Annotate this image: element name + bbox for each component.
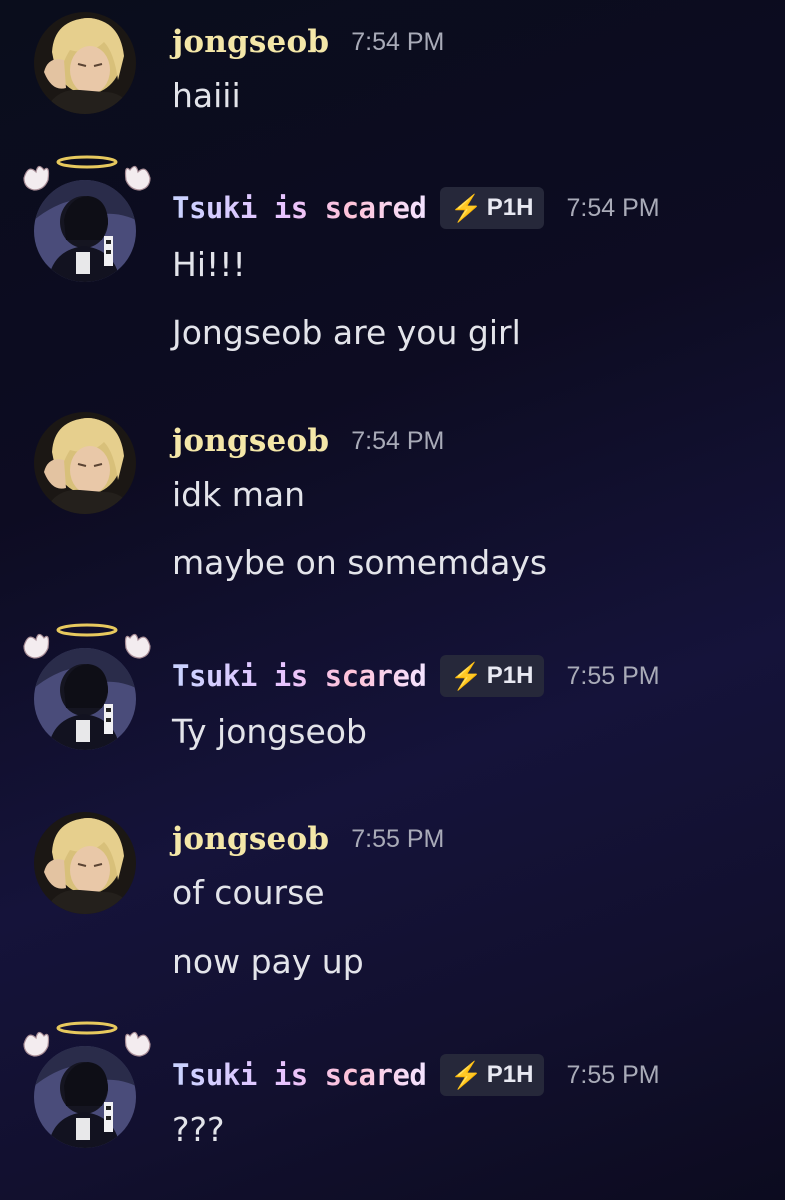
message-header: Tsuki is scared ⚡ P1H 7:54 PM — [172, 186, 660, 230]
author-name[interactable]: jongseob — [172, 821, 329, 857]
message-text: of course — [172, 873, 325, 912]
timestamp[interactable]: 7:55 PM — [351, 825, 444, 854]
lightning-icon: ⚡ — [450, 660, 483, 691]
role-tag-label: P1H — [486, 1061, 534, 1088]
avatar[interactable] — [34, 12, 136, 114]
avatar[interactable] — [34, 812, 136, 914]
timestamp[interactable]: 7:55 PM — [566, 662, 659, 691]
message-text: now pay up — [172, 942, 364, 981]
lightning-icon: ⚡ — [450, 192, 483, 223]
author-name[interactable]: Tsuki is scared — [172, 659, 427, 693]
message-text: Ty jongseob — [172, 712, 367, 751]
message-text: Jongseob are you girl — [172, 313, 521, 352]
message-text: idk man — [172, 475, 305, 514]
avatar[interactable] — [34, 412, 136, 514]
message-text: ??? — [172, 1110, 225, 1149]
role-tag[interactable]: ⚡ P1H — [440, 655, 545, 697]
role-tag[interactable]: ⚡ P1H — [440, 187, 545, 229]
avatar-jongseob[interactable] — [30, 812, 140, 922]
avatar-jongseob[interactable] — [30, 412, 140, 522]
message-text: Hi!!! — [172, 245, 246, 284]
author-name[interactable]: jongseob — [172, 24, 329, 60]
avatar-tsuki[interactable] — [23, 155, 151, 290]
message-text: maybe on somemdays — [172, 543, 548, 582]
author-name[interactable]: Tsuki is scared — [172, 191, 427, 225]
avatar[interactable] — [34, 180, 136, 282]
avatar[interactable] — [34, 648, 136, 750]
timestamp[interactable]: 7:54 PM — [351, 28, 444, 57]
role-tag-label: P1H — [486, 194, 534, 221]
message-header: Tsuki is scared ⚡ P1H 7:55 PM — [172, 1053, 660, 1097]
timestamp[interactable]: 7:54 PM — [351, 427, 444, 456]
author-name[interactable]: Tsuki is scared — [172, 1058, 427, 1092]
avatar-tsuki[interactable] — [23, 623, 151, 758]
role-tag[interactable]: ⚡ P1H — [440, 1054, 545, 1096]
avatar-jongseob[interactable] — [30, 12, 140, 122]
chat-message-list: jongseob 7:54 PM haiii Tsuki is scared ⚡… — [0, 0, 785, 1200]
avatar[interactable] — [34, 1046, 136, 1148]
timestamp[interactable]: 7:54 PM — [566, 194, 659, 223]
lightning-icon: ⚡ — [450, 1059, 483, 1090]
message-header: Tsuki is scared ⚡ P1H 7:55 PM — [172, 654, 660, 698]
message-header: jongseob 7:55 PM — [172, 818, 444, 860]
message-header: jongseob 7:54 PM — [172, 21, 444, 63]
avatar-tsuki[interactable] — [23, 1021, 151, 1156]
message-text: haiii — [172, 76, 241, 115]
role-tag-label: P1H — [486, 662, 534, 689]
author-name[interactable]: jongseob — [172, 423, 329, 459]
timestamp[interactable]: 7:55 PM — [566, 1061, 659, 1090]
message-header: jongseob 7:54 PM — [172, 420, 444, 462]
